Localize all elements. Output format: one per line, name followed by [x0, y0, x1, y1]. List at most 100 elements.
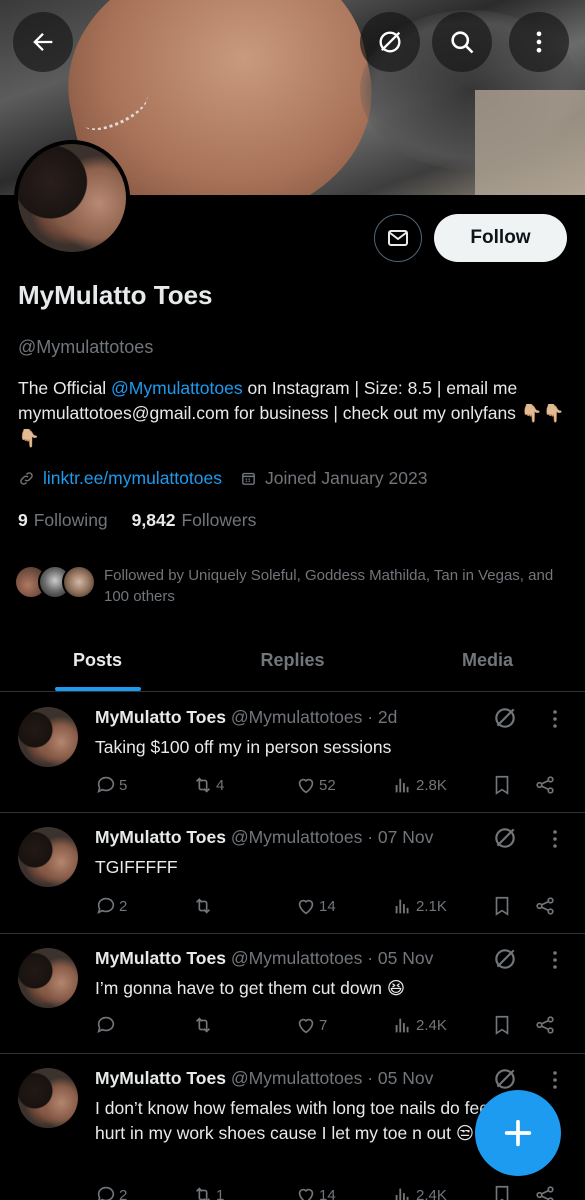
post-author-name[interactable]: MyMulatto Toes — [95, 1068, 226, 1088]
mail-icon — [388, 230, 408, 246]
repost-button[interactable] — [192, 1014, 216, 1036]
like-count: 14 — [319, 1186, 336, 1200]
post-author-name[interactable]: MyMulatto Toes — [95, 827, 226, 847]
plus-icon — [504, 1119, 532, 1147]
grok-button[interactable] — [360, 12, 420, 72]
post-avatar[interactable] — [18, 827, 78, 887]
compose-post-button[interactable] — [475, 1090, 561, 1176]
reply-button[interactable] — [95, 1014, 119, 1036]
back-button[interactable] — [13, 12, 73, 72]
repost-button[interactable]: 1 — [192, 1184, 224, 1200]
post-author-name[interactable]: MyMulatto Toes — [95, 948, 226, 968]
reply-button[interactable]: 2 — [95, 1184, 127, 1200]
post-item[interactable]: MyMulatto Toes @Mymulattotoes · 2d Takin… — [0, 693, 585, 813]
reply-count: 5 — [119, 776, 128, 794]
bookmark-button[interactable] — [491, 1184, 513, 1200]
reply-button[interactable]: 2 — [95, 895, 127, 917]
bookmark-button[interactable] — [491, 1014, 513, 1036]
share-button[interactable] — [534, 895, 556, 917]
post-handle-date: @Mymulattotoes · 2d — [230, 707, 398, 727]
post-text: I’m gonna have to get them cut down 😆 — [95, 978, 406, 998]
views-count: 2.4K — [416, 1016, 447, 1034]
grok-icon — [379, 31, 401, 53]
more-vertical-icon[interactable] — [549, 1068, 561, 1092]
grok-icon[interactable] — [492, 705, 518, 731]
profile-avatar[interactable] — [14, 140, 130, 256]
calendar-icon — [242, 472, 255, 485]
like-button[interactable]: 52 — [295, 774, 336, 796]
like-icon — [298, 1018, 314, 1034]
post-handle-date: @Mymulattotoes · 05 Nov — [230, 1068, 434, 1088]
post-item[interactable]: MyMulatto Toes @Mymulattotoes · 07 Nov T… — [0, 813, 585, 934]
share-button[interactable] — [534, 774, 556, 796]
post-actions: 2 1 14 2.4K — [95, 1184, 565, 1200]
post-avatar[interactable] — [18, 1068, 78, 1128]
post-actions: 5 4 52 2.8K — [95, 774, 565, 798]
reply-icon — [97, 1186, 115, 1200]
follow-button[interactable]: Follow — [434, 214, 567, 262]
more-vertical-icon[interactable] — [549, 707, 561, 731]
repost-count: 1 — [216, 1186, 225, 1200]
reply-icon — [97, 1016, 115, 1033]
views-button[interactable]: 2.4K — [392, 1184, 447, 1200]
reply-count: 2 — [119, 1186, 128, 1200]
views-button[interactable]: 2.4K — [392, 1014, 447, 1036]
post-header: MyMulatto Toes @Mymulattotoes · 07 Nov — [95, 827, 433, 848]
search-button[interactable] — [432, 12, 492, 72]
more-vertical-icon[interactable] — [549, 827, 561, 851]
post-avatar[interactable] — [18, 707, 78, 767]
grok-icon[interactable] — [492, 825, 518, 851]
share-icon — [536, 1186, 554, 1200]
grok-icon[interactable] — [492, 946, 518, 972]
reply-icon — [97, 776, 115, 793]
reply-icon — [97, 897, 115, 914]
post-author-name[interactable]: MyMulatto Toes — [95, 707, 226, 727]
like-button[interactable]: 14 — [295, 895, 336, 917]
post-header: MyMulatto Toes @Mymulattotoes · 05 Nov — [95, 1068, 433, 1089]
profile-tabs: Posts Replies Media — [0, 630, 585, 692]
bio-mention-link[interactable]: @Mymulattotoes — [111, 378, 243, 398]
grok-icon[interactable] — [492, 1066, 518, 1092]
bookmark-button[interactable] — [491, 895, 513, 917]
like-button[interactable]: 14 — [295, 1184, 336, 1200]
post-avatar[interactable] — [18, 948, 78, 1008]
profile-name: MyMulatto Toes — [18, 280, 213, 310]
like-icon — [298, 778, 314, 794]
share-button[interactable] — [534, 1014, 556, 1036]
more-vertical-icon[interactable] — [549, 948, 561, 972]
banner-wall — [475, 90, 585, 195]
followed-by-section[interactable]: Followed by Uniquely Soleful, Goddess Ma… — [14, 565, 574, 607]
reply-button[interactable]: 5 — [95, 774, 127, 796]
repost-button[interactable]: 4 — [192, 774, 224, 796]
like-icon — [298, 1188, 314, 1200]
post-header: MyMulatto Toes @Mymulattotoes · 2d — [95, 707, 397, 728]
follow-stats: 9 Following 9,842 Followers — [18, 510, 256, 531]
tab-posts[interactable]: Posts — [0, 630, 195, 691]
link-icon — [20, 472, 33, 485]
search-icon — [451, 31, 474, 54]
message-button[interactable] — [374, 214, 422, 262]
bookmark-button[interactable] — [491, 774, 513, 796]
followers-link[interactable]: 9,842 Followers — [132, 510, 257, 531]
repost-icon — [195, 898, 211, 914]
followers-label: Followers — [181, 510, 257, 530]
more-options-button[interactable] — [509, 12, 569, 72]
bookmark-icon — [495, 775, 509, 795]
following-label: Following — [33, 510, 108, 530]
views-button[interactable]: 2.1K — [392, 895, 447, 917]
views-icon — [395, 778, 409, 793]
bookmark-icon — [495, 896, 509, 916]
profile-website-link[interactable]: linktr.ee/mymulattotoes — [43, 468, 222, 489]
post-item[interactable]: MyMulatto Toes @Mymulattotoes · 05 Nov I… — [0, 934, 585, 1054]
like-button[interactable]: 7 — [295, 1014, 327, 1036]
share-button[interactable] — [534, 1184, 556, 1200]
views-button[interactable]: 2.8K — [392, 774, 447, 796]
joined-date: Joined January 2023 — [264, 468, 428, 488]
repost-button[interactable] — [192, 895, 216, 917]
following-link[interactable]: 9 Following — [18, 510, 108, 531]
post-actions: 2 14 2.1K — [95, 895, 565, 919]
like-count: 7 — [319, 1016, 328, 1034]
tab-replies[interactable]: Replies — [195, 630, 390, 691]
tab-media[interactable]: Media — [390, 630, 585, 691]
views-icon — [395, 899, 409, 914]
